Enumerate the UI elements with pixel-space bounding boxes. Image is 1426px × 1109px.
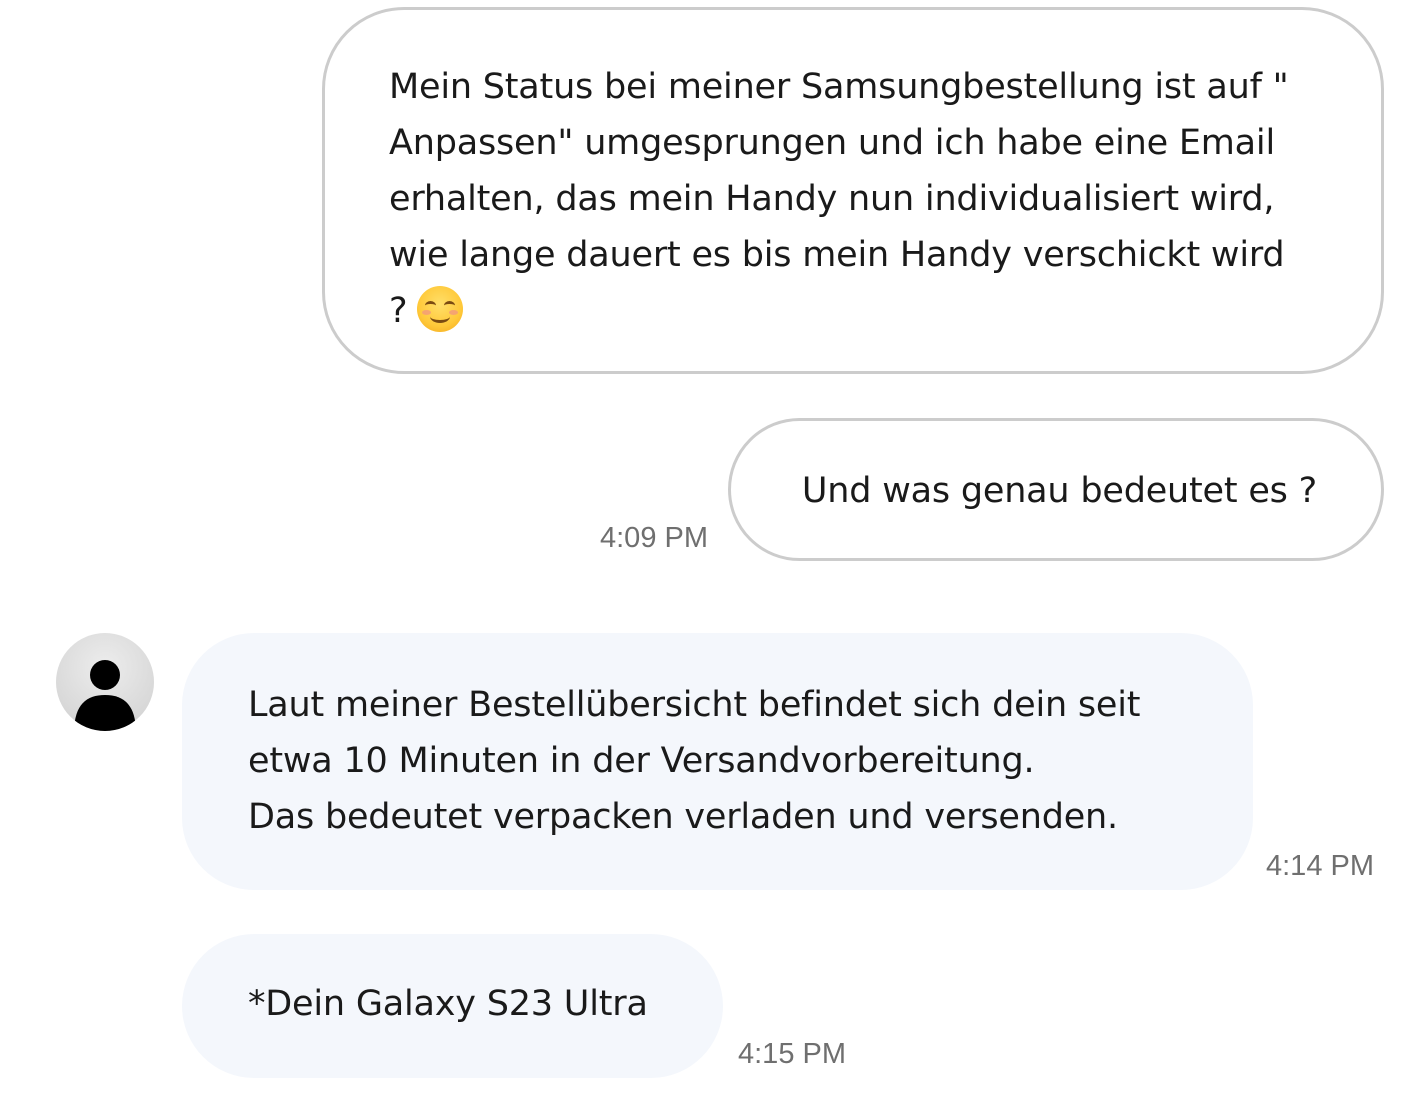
message-timestamp: 4:15 PM <box>738 1038 846 1070</box>
message-timestamp: 4:14 PM <box>1266 850 1374 882</box>
incoming-message-bubble[interactable]: *Dein Galaxy S23 Ultra <box>182 934 723 1078</box>
message-text: Und was genau bedeutet es ? <box>801 471 1317 511</box>
message-text: Mein Status bei meiner Samsungbestellung… <box>389 67 1289 331</box>
smiling-face-icon <box>417 286 464 332</box>
message-text: Laut meiner Bestellübersicht befindet si… <box>248 685 1141 837</box>
message-text: *Dein Galaxy S23 Ultra <box>248 984 648 1024</box>
outgoing-message-bubble[interactable]: Und was genau bedeutet es ? <box>728 418 1384 561</box>
incoming-message-bubble[interactable]: Laut meiner Bestellübersicht befindet si… <box>182 633 1253 890</box>
message-timestamp: 4:09 PM <box>600 522 708 554</box>
outgoing-message-bubble[interactable]: Mein Status bei meiner Samsungbestellung… <box>322 7 1384 374</box>
default-user-avatar-icon[interactable] <box>56 633 154 731</box>
